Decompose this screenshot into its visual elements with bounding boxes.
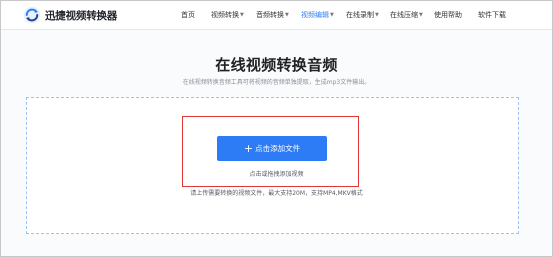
nav-video-convert[interactable]: 视频转换▼ [211, 1, 244, 29]
nav-home[interactable]: 首页 [181, 1, 195, 29]
add-file-button[interactable]: + 点击添加文件 [217, 136, 327, 161]
browser-frame: 迅捷视频转换器 首页 视频转换▼ 音频转换▼ 视频编辑▼ 在线录制▼ 在线压缩▼… [0, 0, 553, 257]
nav-help[interactable]: 使用帮助 [434, 1, 462, 29]
drag-hint: 点击或拖拽添加视频 [249, 171, 304, 178]
top-navbar: 迅捷视频转换器 首页 视频转换▼ 音频转换▼ 视频编辑▼ 在线录制▼ 在线压缩▼… [1, 1, 552, 30]
nav-online-compress[interactable]: 在线压缩▼ [390, 1, 423, 29]
nav-online-record[interactable]: 在线录制▼ [346, 1, 379, 29]
nav-download[interactable]: 软件下载 [478, 1, 506, 29]
add-file-label: 点击添加文件 [255, 144, 301, 153]
nav-video-edit[interactable]: 视频编辑▼ [298, 1, 337, 29]
page-subtitle: 在线视频转换音频工具可将视频的音频单独提取，生成mp3文件输出。 [182, 79, 371, 86]
caret-down-icon: ▼ [375, 12, 379, 18]
plus-icon: + [243, 142, 254, 155]
caret-down-icon: ▼ [240, 12, 244, 18]
page-title: 在线视频转换音频 [215, 56, 338, 74]
caret-down-icon: ▼ [330, 12, 334, 18]
caret-down-icon: ▼ [285, 12, 289, 18]
caret-down-icon: ▼ [419, 12, 423, 18]
logo-icon[interactable] [23, 6, 41, 24]
nav-audio-convert[interactable]: 音频转换▼ [256, 1, 289, 29]
upload-note: 请上传需要转换的视频文件，最大支持20M，支持MP4,MKV格式 [190, 190, 363, 197]
brand-name[interactable]: 迅捷视频转换器 [45, 8, 117, 23]
